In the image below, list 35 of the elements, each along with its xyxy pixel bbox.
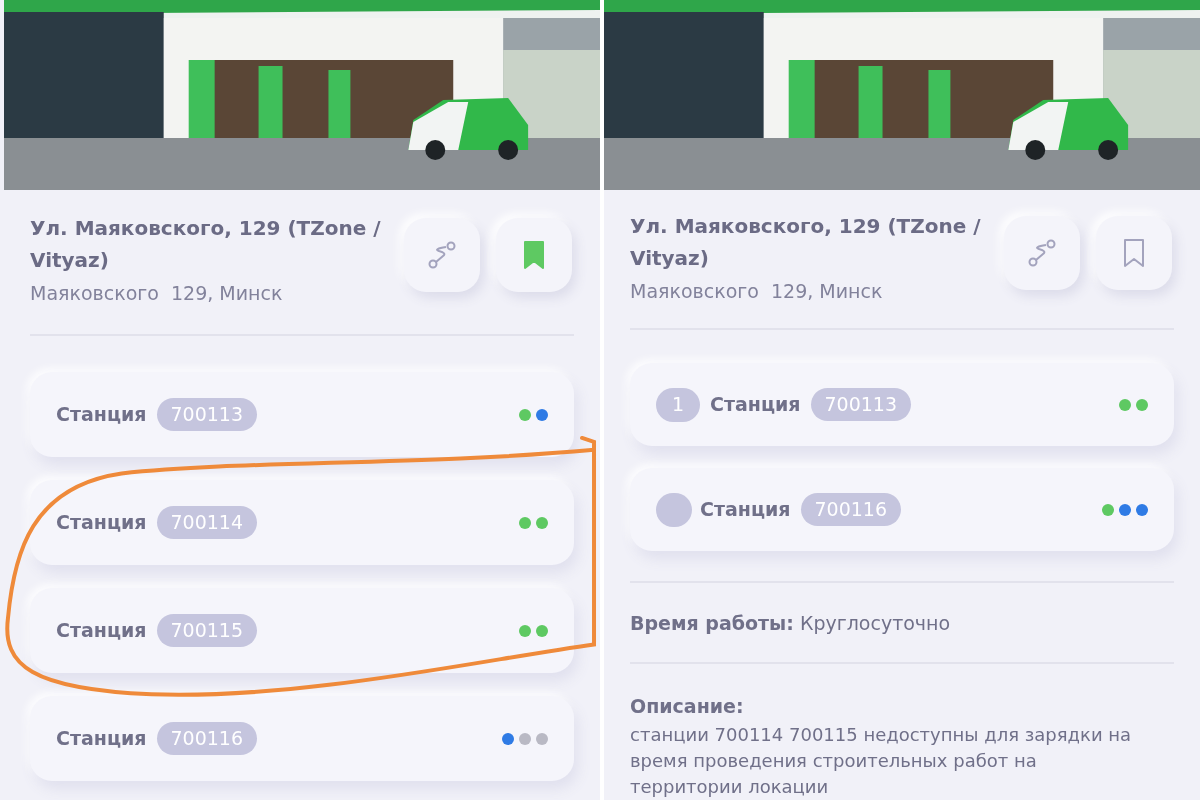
station-label: Станция xyxy=(700,497,791,523)
working-hours: Время работы: Круглосуточно xyxy=(630,611,952,636)
station-card[interactable]: Станция 700116 xyxy=(630,468,1174,551)
bookmark-icon xyxy=(522,240,546,270)
station-badge xyxy=(656,492,692,527)
station-id: 700113 xyxy=(156,398,258,431)
station-title: Ул. Маяковского, 129 (TZone / Vityaz) xyxy=(30,215,382,274)
station-card[interactable]: Станция 700115 xyxy=(30,588,574,673)
station-label: Станция xyxy=(56,726,147,752)
route-button[interactable] xyxy=(1004,216,1080,290)
station-id: 700116 xyxy=(800,493,902,526)
bookmark-button[interactable] xyxy=(1096,216,1172,290)
bookmark-icon xyxy=(1122,238,1146,268)
station-card[interactable]: Станция 700113 xyxy=(30,372,574,457)
description-text: станции 700114 700115 недоступны для зарядки на время проведения строительных работ на территории локации xyxy=(630,723,1133,799)
station-label: Станция xyxy=(56,510,147,536)
station-number: 1 xyxy=(656,387,700,422)
route-icon xyxy=(427,240,457,270)
station-card[interactable]: Станция 700116 xyxy=(30,696,574,781)
station-label: Станция xyxy=(56,402,147,428)
station-card[interactable]: Станция 700114 xyxy=(30,480,574,565)
station-id: 700115 xyxy=(156,614,258,647)
station-address: Маяковского 129, Минск xyxy=(30,281,284,306)
station-label: Станция xyxy=(56,618,147,644)
route-button[interactable] xyxy=(404,218,480,292)
station-id: 700114 xyxy=(156,506,258,539)
route-icon xyxy=(1027,238,1057,268)
station-address: Маяковского 129, Минск xyxy=(630,279,884,304)
station-id: 700113 xyxy=(810,388,912,421)
station-title: Ул. Маяковского, 129 (TZone / Vityaz) xyxy=(630,213,982,272)
bookmark-button[interactable] xyxy=(496,218,572,292)
station-id: 700116 xyxy=(156,722,258,755)
station-label: Станция xyxy=(710,392,801,418)
station-card[interactable]: 1 Станция 700113 xyxy=(630,363,1174,446)
description-label: Описание: xyxy=(630,693,745,719)
